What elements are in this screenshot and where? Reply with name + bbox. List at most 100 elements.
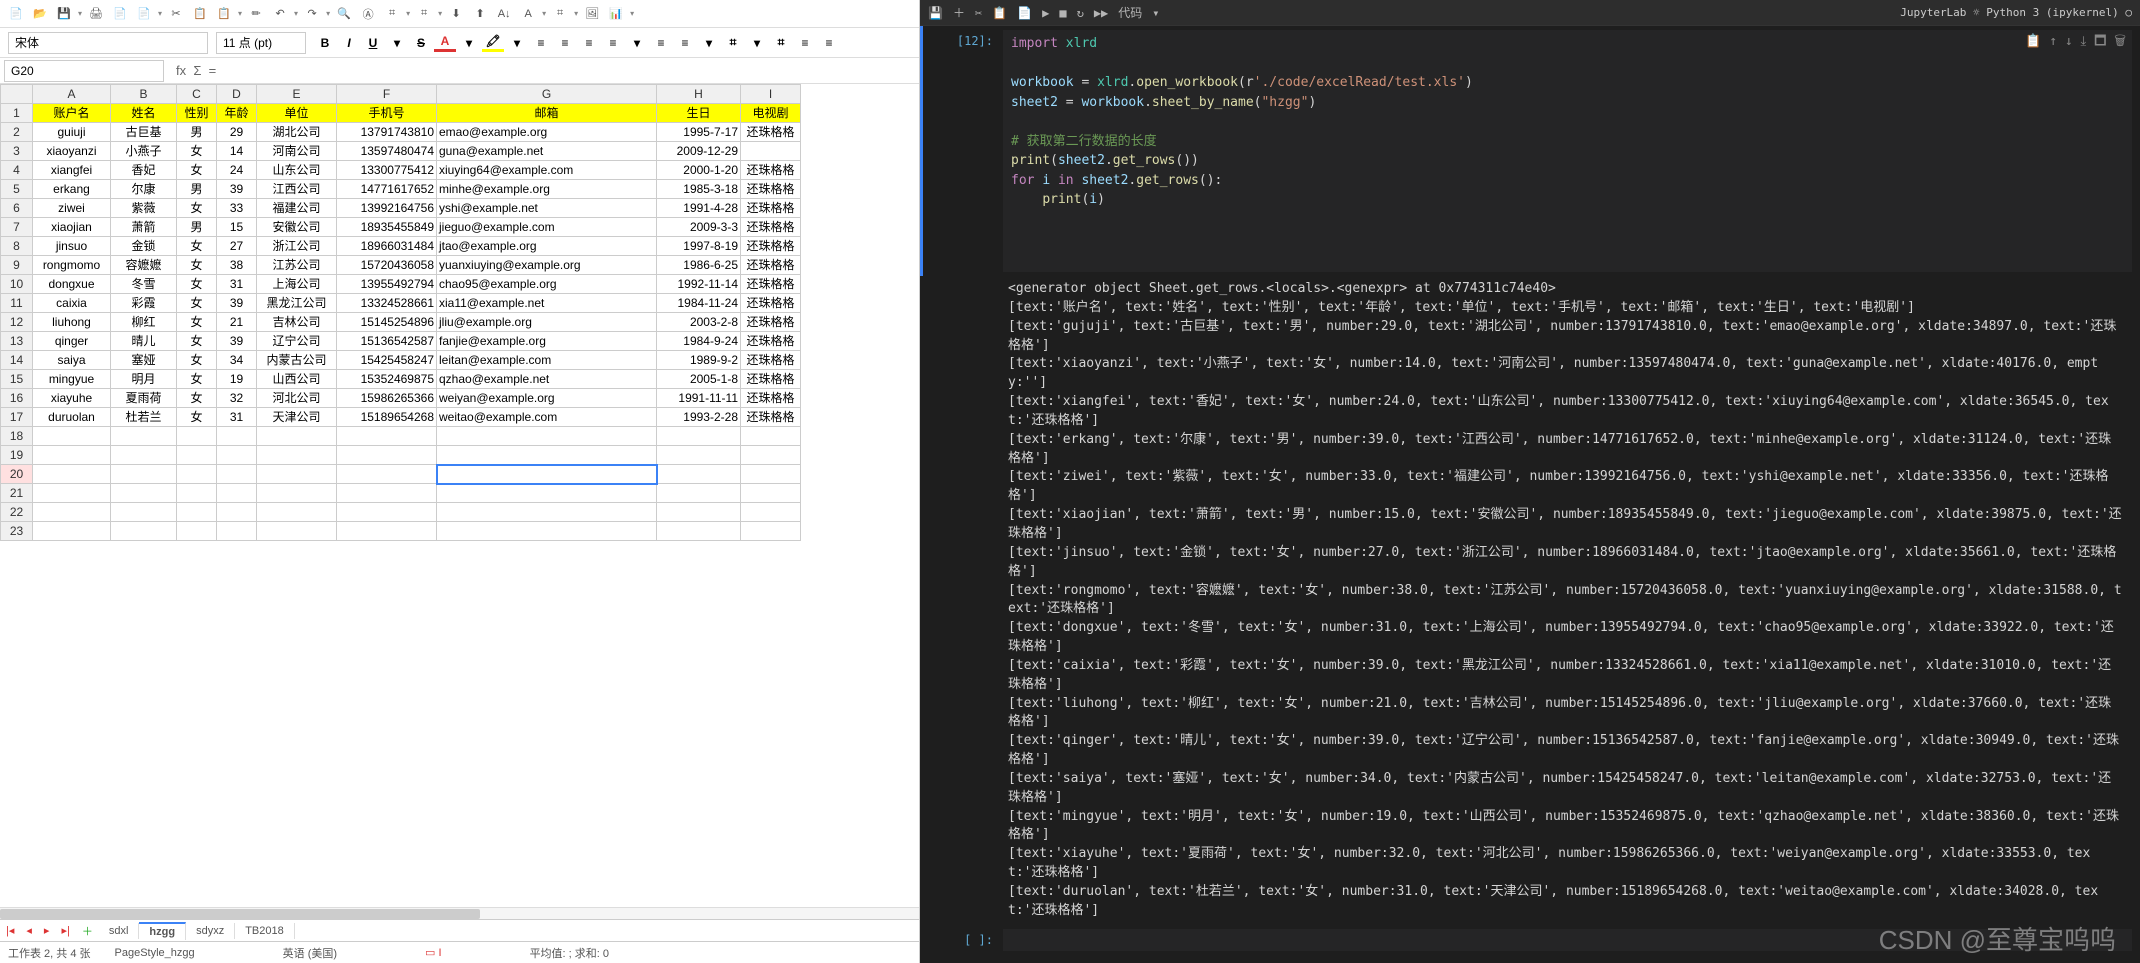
add-cell-icon[interactable]: ＋ bbox=[953, 4, 965, 21]
empty-cell[interactable] bbox=[33, 446, 111, 465]
empty-cell[interactable] bbox=[33, 427, 111, 446]
header-cell[interactable]: 邮箱 bbox=[437, 104, 657, 123]
row-header[interactable]: 15 bbox=[1, 370, 33, 389]
empty-cell[interactable] bbox=[437, 446, 657, 465]
data-cell[interactable]: 18935455849 bbox=[337, 218, 437, 237]
empty-cell[interactable] bbox=[217, 484, 257, 503]
data-cell[interactable]: 还珠格格 bbox=[741, 237, 801, 256]
empty-cell[interactable] bbox=[177, 503, 217, 522]
data-cell[interactable]: 1992-11-14 bbox=[657, 275, 741, 294]
toolbar-button[interactable]: 📊 bbox=[606, 4, 626, 24]
empty-cell[interactable] bbox=[111, 503, 177, 522]
data-cell[interactable]: 女 bbox=[177, 332, 217, 351]
row-header[interactable]: 18 bbox=[1, 427, 33, 446]
data-cell[interactable]: 彩霞 bbox=[111, 294, 177, 313]
save-icon[interactable]: 💾 bbox=[928, 6, 943, 20]
row-header[interactable]: 21 bbox=[1, 484, 33, 503]
header-cell[interactable]: 账户名 bbox=[33, 104, 111, 123]
data-cell[interactable]: 1995-7-17 bbox=[657, 123, 741, 142]
header-cell[interactable]: 性别 bbox=[177, 104, 217, 123]
empty-cell[interactable] bbox=[657, 465, 741, 484]
data-cell[interactable]: 女 bbox=[177, 389, 217, 408]
data-cell[interactable]: 江苏公司 bbox=[257, 256, 337, 275]
data-cell[interactable]: dongxue bbox=[33, 275, 111, 294]
empty-cell[interactable] bbox=[657, 427, 741, 446]
data-cell[interactable]: 29 bbox=[217, 123, 257, 142]
data-cell[interactable]: erkang bbox=[33, 180, 111, 199]
header-cell[interactable]: 生日 bbox=[657, 104, 741, 123]
data-cell[interactable]: 杜若兰 bbox=[111, 408, 177, 427]
row-header[interactable]: 11 bbox=[1, 294, 33, 313]
data-cell[interactable]: guiuji bbox=[33, 123, 111, 142]
toolbar-button[interactable]: 🔍 bbox=[334, 4, 354, 24]
data-cell[interactable]: 尔康 bbox=[111, 180, 177, 199]
data-cell[interactable]: 还珠格格 bbox=[741, 161, 801, 180]
data-cell[interactable]: 安徽公司 bbox=[257, 218, 337, 237]
data-cell[interactable]: 江西公司 bbox=[257, 180, 337, 199]
data-cell[interactable]: jieguo@example.com bbox=[437, 218, 657, 237]
toolbar-button[interactable]: A bbox=[518, 4, 538, 24]
empty-cell[interactable] bbox=[257, 522, 337, 541]
empty-cell[interactable] bbox=[657, 522, 741, 541]
empty-cell[interactable] bbox=[257, 484, 337, 503]
data-cell[interactable]: 河北公司 bbox=[257, 389, 337, 408]
format-button[interactable]: B bbox=[314, 32, 336, 54]
sheet-tab[interactable]: sdxl bbox=[99, 923, 140, 939]
data-cell[interactable]: 31 bbox=[217, 408, 257, 427]
data-cell[interactable]: 夏雨荷 bbox=[111, 389, 177, 408]
row-header[interactable]: 23 bbox=[1, 522, 33, 541]
column-header[interactable]: A bbox=[33, 85, 111, 104]
data-cell[interactable]: 还珠格格 bbox=[741, 351, 801, 370]
data-cell[interactable]: 1984-11-24 bbox=[657, 294, 741, 313]
data-cell[interactable]: 还珠格格 bbox=[741, 313, 801, 332]
empty-cell[interactable] bbox=[741, 446, 801, 465]
header-cell[interactable]: 年龄 bbox=[217, 104, 257, 123]
toolbar-button[interactable]: 🖼 bbox=[582, 4, 602, 24]
row-header[interactable]: 22 bbox=[1, 503, 33, 522]
data-cell[interactable]: 19 bbox=[217, 370, 257, 389]
empty-cell[interactable] bbox=[257, 427, 337, 446]
data-cell[interactable]: 古巨基 bbox=[111, 123, 177, 142]
data-cell[interactable] bbox=[741, 142, 801, 161]
format-button[interactable]: ▾ bbox=[386, 32, 408, 54]
empty-cell[interactable] bbox=[177, 446, 217, 465]
column-header[interactable]: I bbox=[741, 85, 801, 104]
cell-type-combo[interactable]: 代码 bbox=[1118, 4, 1142, 21]
row-header[interactable]: 14 bbox=[1, 351, 33, 370]
header-cell[interactable]: 手机号 bbox=[337, 104, 437, 123]
empty-cell[interactable] bbox=[33, 522, 111, 541]
data-cell[interactable]: 13992164756 bbox=[337, 199, 437, 218]
header-cell[interactable]: 单位 bbox=[257, 104, 337, 123]
format-button[interactable]: 🖍 bbox=[482, 34, 504, 52]
format-button[interactable]: ≡ bbox=[818, 32, 840, 54]
sheet-tab[interactable]: hzgg bbox=[139, 922, 186, 940]
row-header[interactable]: 17 bbox=[1, 408, 33, 427]
empty-cell[interactable] bbox=[257, 465, 337, 484]
data-cell[interactable]: 2005-1-8 bbox=[657, 370, 741, 389]
row-header[interactable]: 19 bbox=[1, 446, 33, 465]
data-cell[interactable]: 浙江公司 bbox=[257, 237, 337, 256]
empty-cell[interactable] bbox=[741, 427, 801, 446]
format-button[interactable]: ▾ bbox=[698, 32, 720, 54]
data-cell[interactable]: xiuying64@example.com bbox=[437, 161, 657, 180]
data-cell[interactable]: 香妃 bbox=[111, 161, 177, 180]
data-cell[interactable]: 还珠格格 bbox=[741, 332, 801, 351]
data-cell[interactable]: 紫薇 bbox=[111, 199, 177, 218]
empty-cell[interactable] bbox=[111, 522, 177, 541]
empty-cell[interactable] bbox=[33, 503, 111, 522]
stop-icon[interactable]: ■ bbox=[1059, 6, 1066, 20]
data-cell[interactable]: 13300775412 bbox=[337, 161, 437, 180]
empty-cell[interactable] bbox=[111, 465, 177, 484]
data-cell[interactable]: 女 bbox=[177, 294, 217, 313]
row-header[interactable]: 1 bbox=[1, 104, 33, 123]
data-cell[interactable]: jinsuo bbox=[33, 237, 111, 256]
code-editor[interactable] bbox=[1003, 929, 2132, 951]
data-cell[interactable]: 山东公司 bbox=[257, 161, 337, 180]
data-cell[interactable]: 还珠格格 bbox=[741, 123, 801, 142]
row-header[interactable]: 2 bbox=[1, 123, 33, 142]
empty-cell[interactable] bbox=[437, 427, 657, 446]
empty-cell[interactable] bbox=[217, 503, 257, 522]
tab-prev-icon[interactable]: ◂ bbox=[20, 924, 38, 937]
data-cell[interactable]: 15 bbox=[217, 218, 257, 237]
data-cell[interactable]: rongmomo bbox=[33, 256, 111, 275]
